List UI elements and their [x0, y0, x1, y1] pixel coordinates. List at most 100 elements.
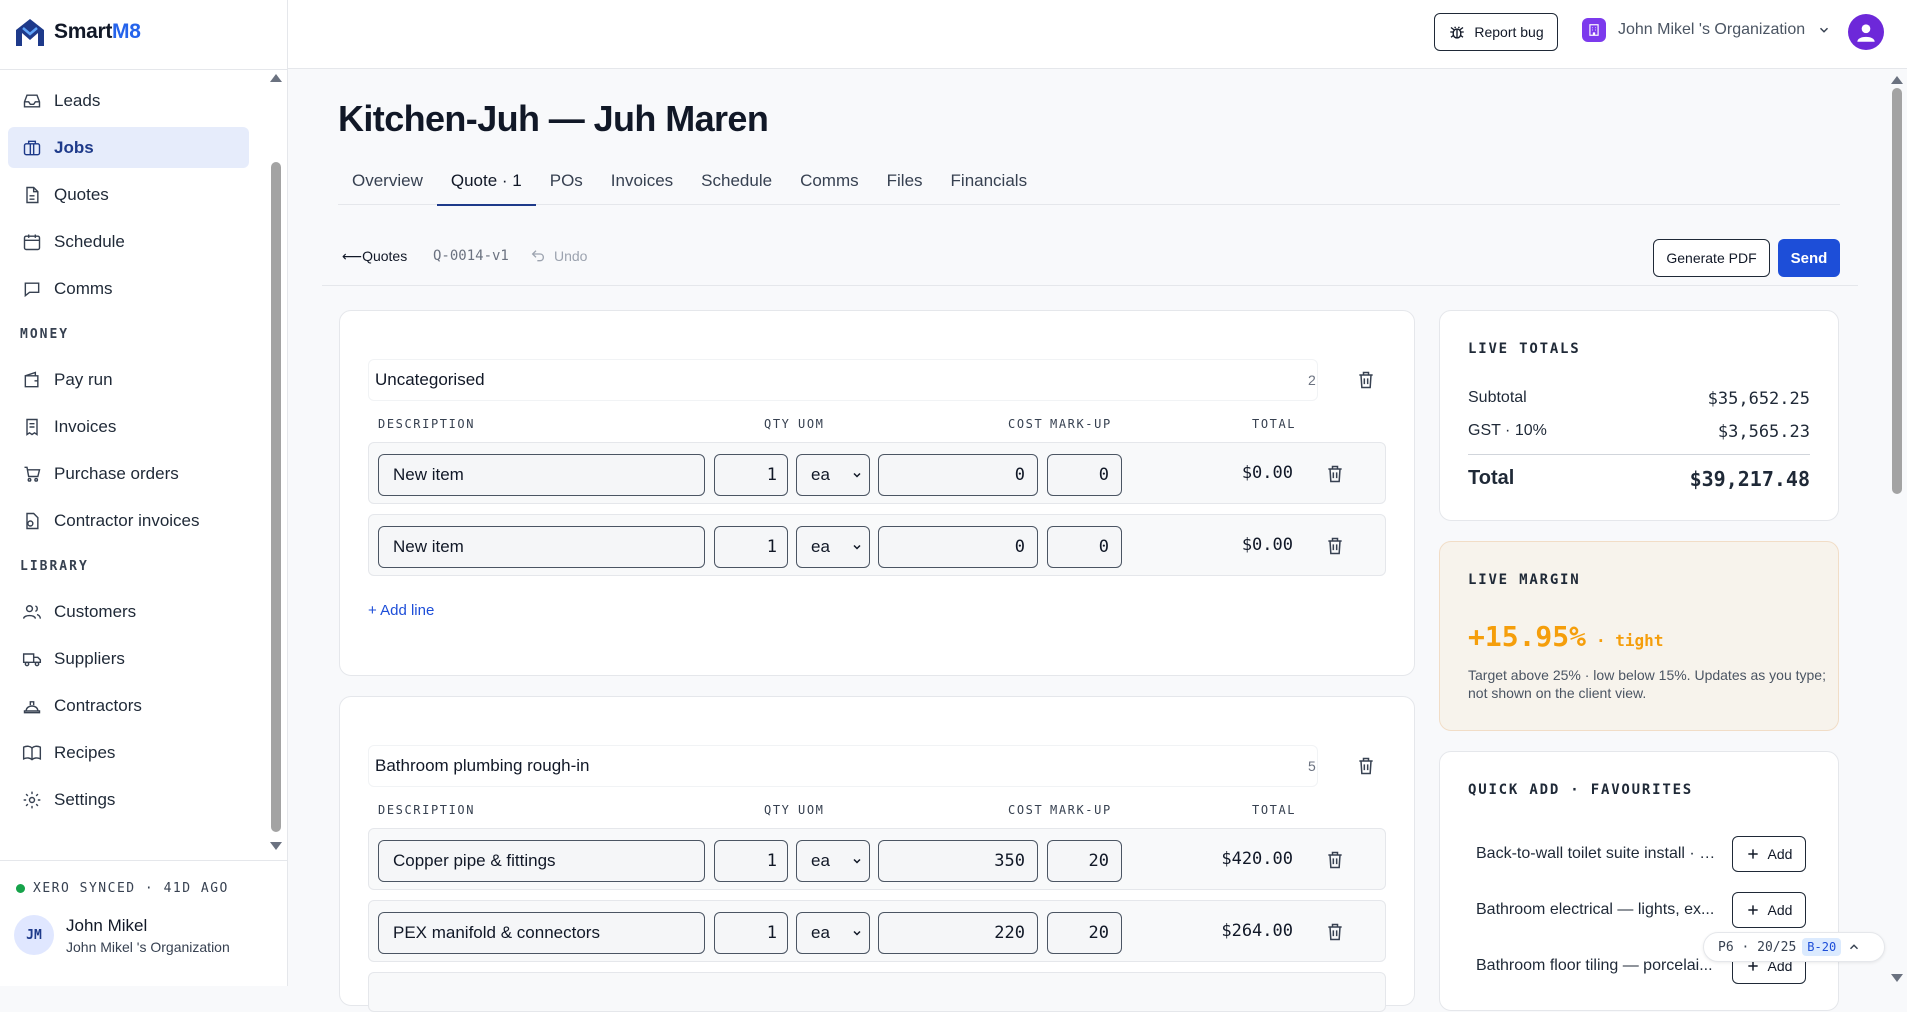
description-input[interactable]: PEX manifold & connectors: [378, 912, 705, 954]
chevron-down-icon: [1820, 27, 1829, 33]
uom-select[interactable]: ea: [796, 912, 870, 954]
delete-line-button[interactable]: [1325, 536, 1345, 556]
scroll-up-arrow-icon[interactable]: [1891, 76, 1903, 84]
tab-pos[interactable]: POs: [536, 165, 597, 205]
sidebar-item-schedule[interactable]: Schedule: [8, 221, 249, 262]
profile-avatar-button[interactable]: [1848, 14, 1884, 50]
markup-input[interactable]: 0: [1047, 454, 1122, 496]
line-item-row: New item 1 ea 0 0 $0.00: [368, 514, 1386, 576]
sidebar-item-label: Comms: [54, 278, 113, 298]
undo-icon: [531, 250, 545, 262]
delete-section-button[interactable]: [1356, 370, 1376, 390]
description-input[interactable]: Copper pipe & fittings: [378, 840, 705, 882]
add-label: Add: [1767, 846, 1793, 862]
markup-input[interactable]: 0: [1047, 526, 1122, 568]
markup-input[interactable]: 20: [1047, 912, 1122, 954]
sidebar-item-pay-run[interactable]: Pay run: [8, 359, 249, 400]
scroll-down-arrow-icon[interactable]: [270, 842, 282, 850]
add-label: Add: [1767, 902, 1793, 918]
scroll-up-arrow-icon[interactable]: [270, 74, 282, 82]
tab-financials[interactable]: Financials: [937, 165, 1042, 205]
line-item-row: PEX manifold & connectors 1 ea 220 20 $2…: [368, 900, 1386, 962]
add-line-button[interactable]: + Add line: [368, 602, 434, 619]
sidebar-scrollbar[interactable]: [270, 74, 282, 854]
sidebar-item-jobs[interactable]: Jobs: [8, 127, 249, 168]
sidebar-item-comms[interactable]: Comms: [8, 268, 249, 309]
undo-button[interactable]: Undo: [530, 248, 587, 264]
uom-select[interactable]: ea: [796, 840, 870, 882]
sidebar-item-label: Jobs: [54, 137, 94, 157]
sidebar-item-contractor-invoices[interactable]: Contractor invoices: [8, 500, 249, 541]
tab-schedule[interactable]: Schedule: [687, 165, 786, 205]
sidebar-item-recipes[interactable]: Recipes: [8, 732, 249, 773]
live-totals-title: LIVE TOTALS: [1468, 341, 1581, 357]
scroll-down-arrow-icon[interactable]: [1891, 974, 1903, 982]
sidebar-item-purchase-orders[interactable]: Purchase orders: [8, 453, 249, 494]
total-value: $39,217.48: [1689, 467, 1810, 491]
qty-input[interactable]: 1: [714, 912, 788, 954]
sidebar-item-leads[interactable]: Leads: [8, 80, 249, 121]
scrollbar-thumb[interactable]: [271, 162, 281, 832]
status-dot-icon: [16, 884, 25, 893]
sidebar-item-label: Quotes: [54, 184, 109, 204]
section-header: Uncategorised: [368, 359, 1318, 401]
live-totals-card: LIVE TOTALS Subtotal $35,652.25 GST · 10…: [1439, 310, 1839, 521]
chevron-down-icon: [853, 930, 861, 936]
top-bar: Report bug John Mikel 's Organization: [288, 0, 1907, 69]
add-favourite-button[interactable]: Add: [1732, 892, 1806, 928]
delete-line-button[interactable]: [1325, 922, 1345, 942]
sidebar-item-invoices[interactable]: Invoices: [8, 406, 249, 447]
description-input[interactable]: New item: [378, 526, 705, 568]
briefcase-icon: [23, 140, 41, 155]
chevron-down-icon: [853, 544, 861, 550]
description-input[interactable]: New item: [378, 454, 705, 496]
generate-pdf-button[interactable]: Generate PDF: [1653, 239, 1770, 277]
qty-input[interactable]: 1: [714, 454, 788, 496]
live-margin-card: LIVE MARGIN +15.95% · tight Target above…: [1439, 541, 1839, 731]
sidebar-item-label: Settings: [54, 789, 116, 809]
chevron-down-icon: [853, 472, 861, 478]
markup-input[interactable]: 20: [1047, 840, 1122, 882]
delete-section-button[interactable]: [1356, 756, 1376, 776]
cost-input[interactable]: 350: [878, 840, 1038, 882]
sidebar-item-settings[interactable]: Settings: [8, 779, 249, 820]
tab-overview[interactable]: Overview: [338, 165, 437, 205]
sidebar-item-quotes[interactable]: Quotes: [8, 174, 249, 215]
section-name-input[interactable]: Uncategorised: [368, 359, 1318, 401]
uom-select[interactable]: ea: [796, 526, 870, 568]
send-button[interactable]: Send: [1778, 239, 1840, 277]
section-name-input[interactable]: Bathroom plumbing rough-in: [368, 745, 1318, 787]
sidebar-item-customers[interactable]: Customers: [8, 591, 249, 632]
qty-input[interactable]: 1: [714, 526, 788, 568]
app-logo[interactable]: SmartM8: [14, 14, 141, 50]
report-bug-button[interactable]: Report bug: [1434, 13, 1558, 51]
back-to-quotes-link[interactable]: ⟵Quotes: [342, 248, 407, 265]
main-scrollbar[interactable]: [1890, 72, 1904, 986]
delete-line-button[interactable]: [1325, 464, 1345, 484]
tab-quote[interactable]: Quote · 1: [436, 165, 536, 206]
org-switcher[interactable]: John Mikel 's Organization: [1582, 18, 1831, 42]
add-favourite-button[interactable]: Add: [1732, 836, 1806, 872]
user-profile[interactable]: JM John Mikel John Mikel 's Organization: [14, 915, 230, 955]
divider: [1468, 454, 1810, 455]
page-title: Kitchen-Juh — Juh Maren: [338, 98, 769, 139]
trash-icon: [1359, 757, 1373, 775]
tab-files[interactable]: Files: [873, 165, 937, 205]
tab-comms[interactable]: Comms: [786, 165, 873, 205]
column-header-markup: MARK-UP: [1050, 803, 1112, 817]
scrollbar-thumb[interactable]: [1892, 88, 1902, 494]
uom-select[interactable]: ea: [796, 454, 870, 496]
tab-invoices[interactable]: Invoices: [597, 165, 687, 205]
sidebar-item-label: Customers: [54, 601, 137, 621]
cost-input[interactable]: 0: [878, 454, 1038, 496]
qty-input[interactable]: 1: [714, 840, 788, 882]
cost-input[interactable]: 220: [878, 912, 1038, 954]
line-item-row: New item 1 ea 0 0 $0.00: [368, 442, 1386, 504]
delete-line-button[interactable]: [1325, 850, 1345, 870]
page-indicator[interactable]: P6 · 20/25 B-20: [1703, 932, 1885, 962]
column-header-markup: MARK-UP: [1050, 417, 1112, 431]
cost-input[interactable]: 0: [878, 526, 1038, 568]
sidebar-item-contractors[interactable]: Contractors: [8, 685, 249, 726]
sidebar-item-suppliers[interactable]: Suppliers: [8, 638, 249, 679]
total-row: Total $39,217.48: [1468, 467, 1810, 491]
